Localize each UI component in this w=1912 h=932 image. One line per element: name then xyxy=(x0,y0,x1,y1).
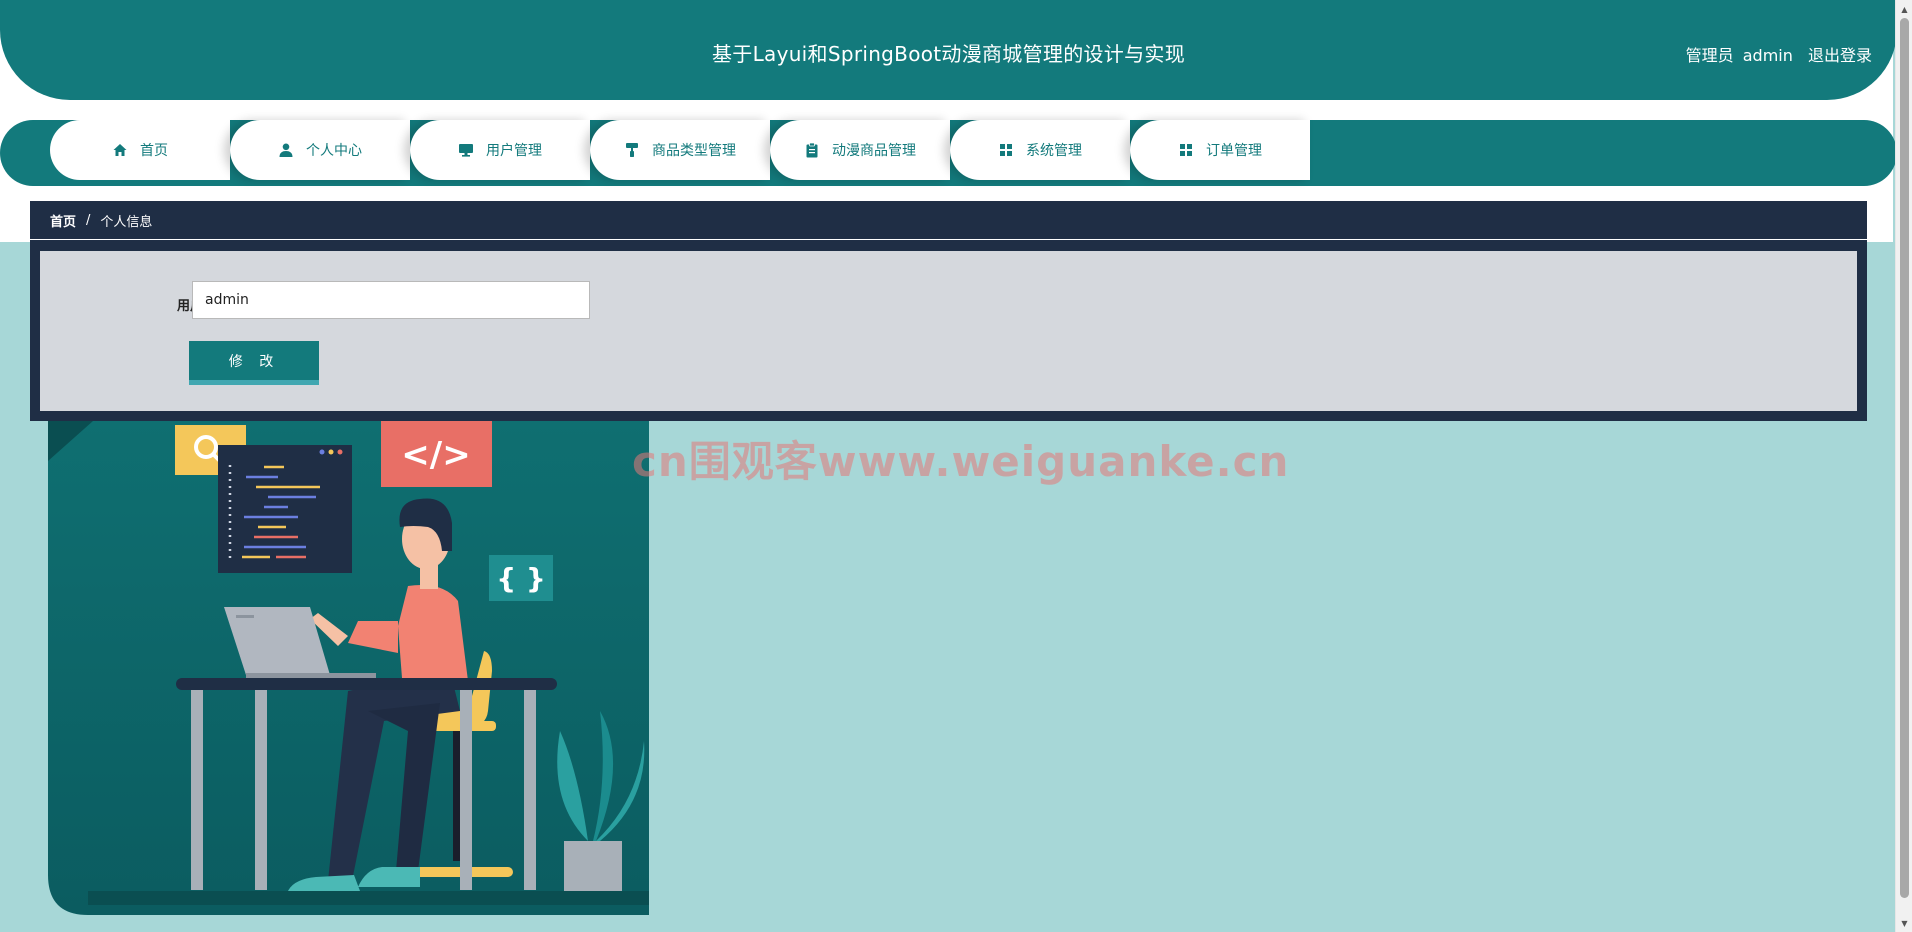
update-button[interactable]: 修 改 xyxy=(189,341,319,385)
window-dot xyxy=(319,449,325,455)
app-title: 基于Layui和SpringBoot动漫商城管理的设计与实现 xyxy=(711,42,1186,66)
laptop-logo xyxy=(236,615,254,618)
window-dot xyxy=(328,449,334,455)
user-icon xyxy=(278,142,294,158)
person-shirt xyxy=(398,585,468,691)
user-info: 管理员 admin 退出登录 xyxy=(1682,42,1872,66)
nav-item-label: 个人中心 xyxy=(306,143,362,159)
code-tag-text: </> xyxy=(401,435,470,475)
nav-item-label: 动漫商品管理 xyxy=(832,143,916,159)
nav-item-product-type[interactable]: 商品类型管理 xyxy=(590,120,770,180)
breadcrumb-home[interactable]: 首页 xyxy=(50,211,76,230)
nav-item-label: 系统管理 xyxy=(1026,143,1082,159)
grid-icon xyxy=(1178,142,1194,158)
user-role: 管理员 xyxy=(1685,46,1734,65)
nav-item-anime-products[interactable]: 动漫商品管理 xyxy=(770,120,950,180)
grid-icon xyxy=(998,142,1014,158)
nav-item-home[interactable]: 首页 xyxy=(50,120,230,180)
window-dot xyxy=(337,449,343,455)
nav-item-label: 订单管理 xyxy=(1206,143,1262,159)
paint-roller-icon xyxy=(624,142,640,158)
watermark: cn围观客www.weiguanke.cn xyxy=(632,437,1290,486)
nav-item-personal-center[interactable]: 个人中心 xyxy=(230,120,410,180)
braces-text: { } xyxy=(496,562,546,595)
nav-item-system-management[interactable]: 系统管理 xyxy=(950,120,1130,180)
nav-item-user-management[interactable]: 用户管理 xyxy=(410,120,590,180)
desk-leg xyxy=(524,690,536,890)
nav-item-label: 首页 xyxy=(140,143,168,159)
breadcrumb: 首页 / 个人信息 xyxy=(30,201,1867,239)
monitor-icon xyxy=(458,142,474,158)
scroll-thumb[interactable] xyxy=(1900,18,1909,898)
plant-pot xyxy=(564,841,622,893)
desk-leg xyxy=(460,690,472,890)
nav-item-label: 商品类型管理 xyxy=(652,143,736,159)
desk-leg xyxy=(191,690,203,890)
desk-leg xyxy=(255,690,267,890)
home-icon xyxy=(112,142,128,158)
floor-line xyxy=(88,891,649,905)
developer-illustration: </> { } xyxy=(48,421,649,915)
breadcrumb-separator: / xyxy=(86,212,91,228)
scroll-down-icon[interactable]: ▼ xyxy=(1896,915,1912,931)
vertical-scrollbar[interactable]: ▲ ▼ xyxy=(1895,0,1912,932)
nav-item-order-management[interactable]: 订单管理 xyxy=(1130,120,1310,180)
profile-panel-frame: 用户名 修 改 xyxy=(30,240,1867,421)
logout-link[interactable]: 退出登录 xyxy=(1808,46,1872,65)
main-nav: 首页 个人中心 用户管理 商品类型管理 动漫商品管理 系统管理 订单管理 xyxy=(0,120,1897,186)
scroll-up-icon[interactable]: ▲ xyxy=(1896,1,1912,17)
profile-form: 用户名 修 改 xyxy=(40,251,1857,411)
username-input[interactable] xyxy=(192,281,590,319)
nav-item-label: 用户管理 xyxy=(486,143,542,159)
desk-top xyxy=(176,678,557,690)
header-bar: 基于Layui和SpringBoot动漫商城管理的设计与实现 管理员 admin… xyxy=(0,0,1897,100)
clipboard-icon xyxy=(804,142,820,158)
user-name: admin xyxy=(1742,46,1793,65)
breadcrumb-current: 个人信息 xyxy=(100,214,153,230)
code-window xyxy=(218,445,352,573)
